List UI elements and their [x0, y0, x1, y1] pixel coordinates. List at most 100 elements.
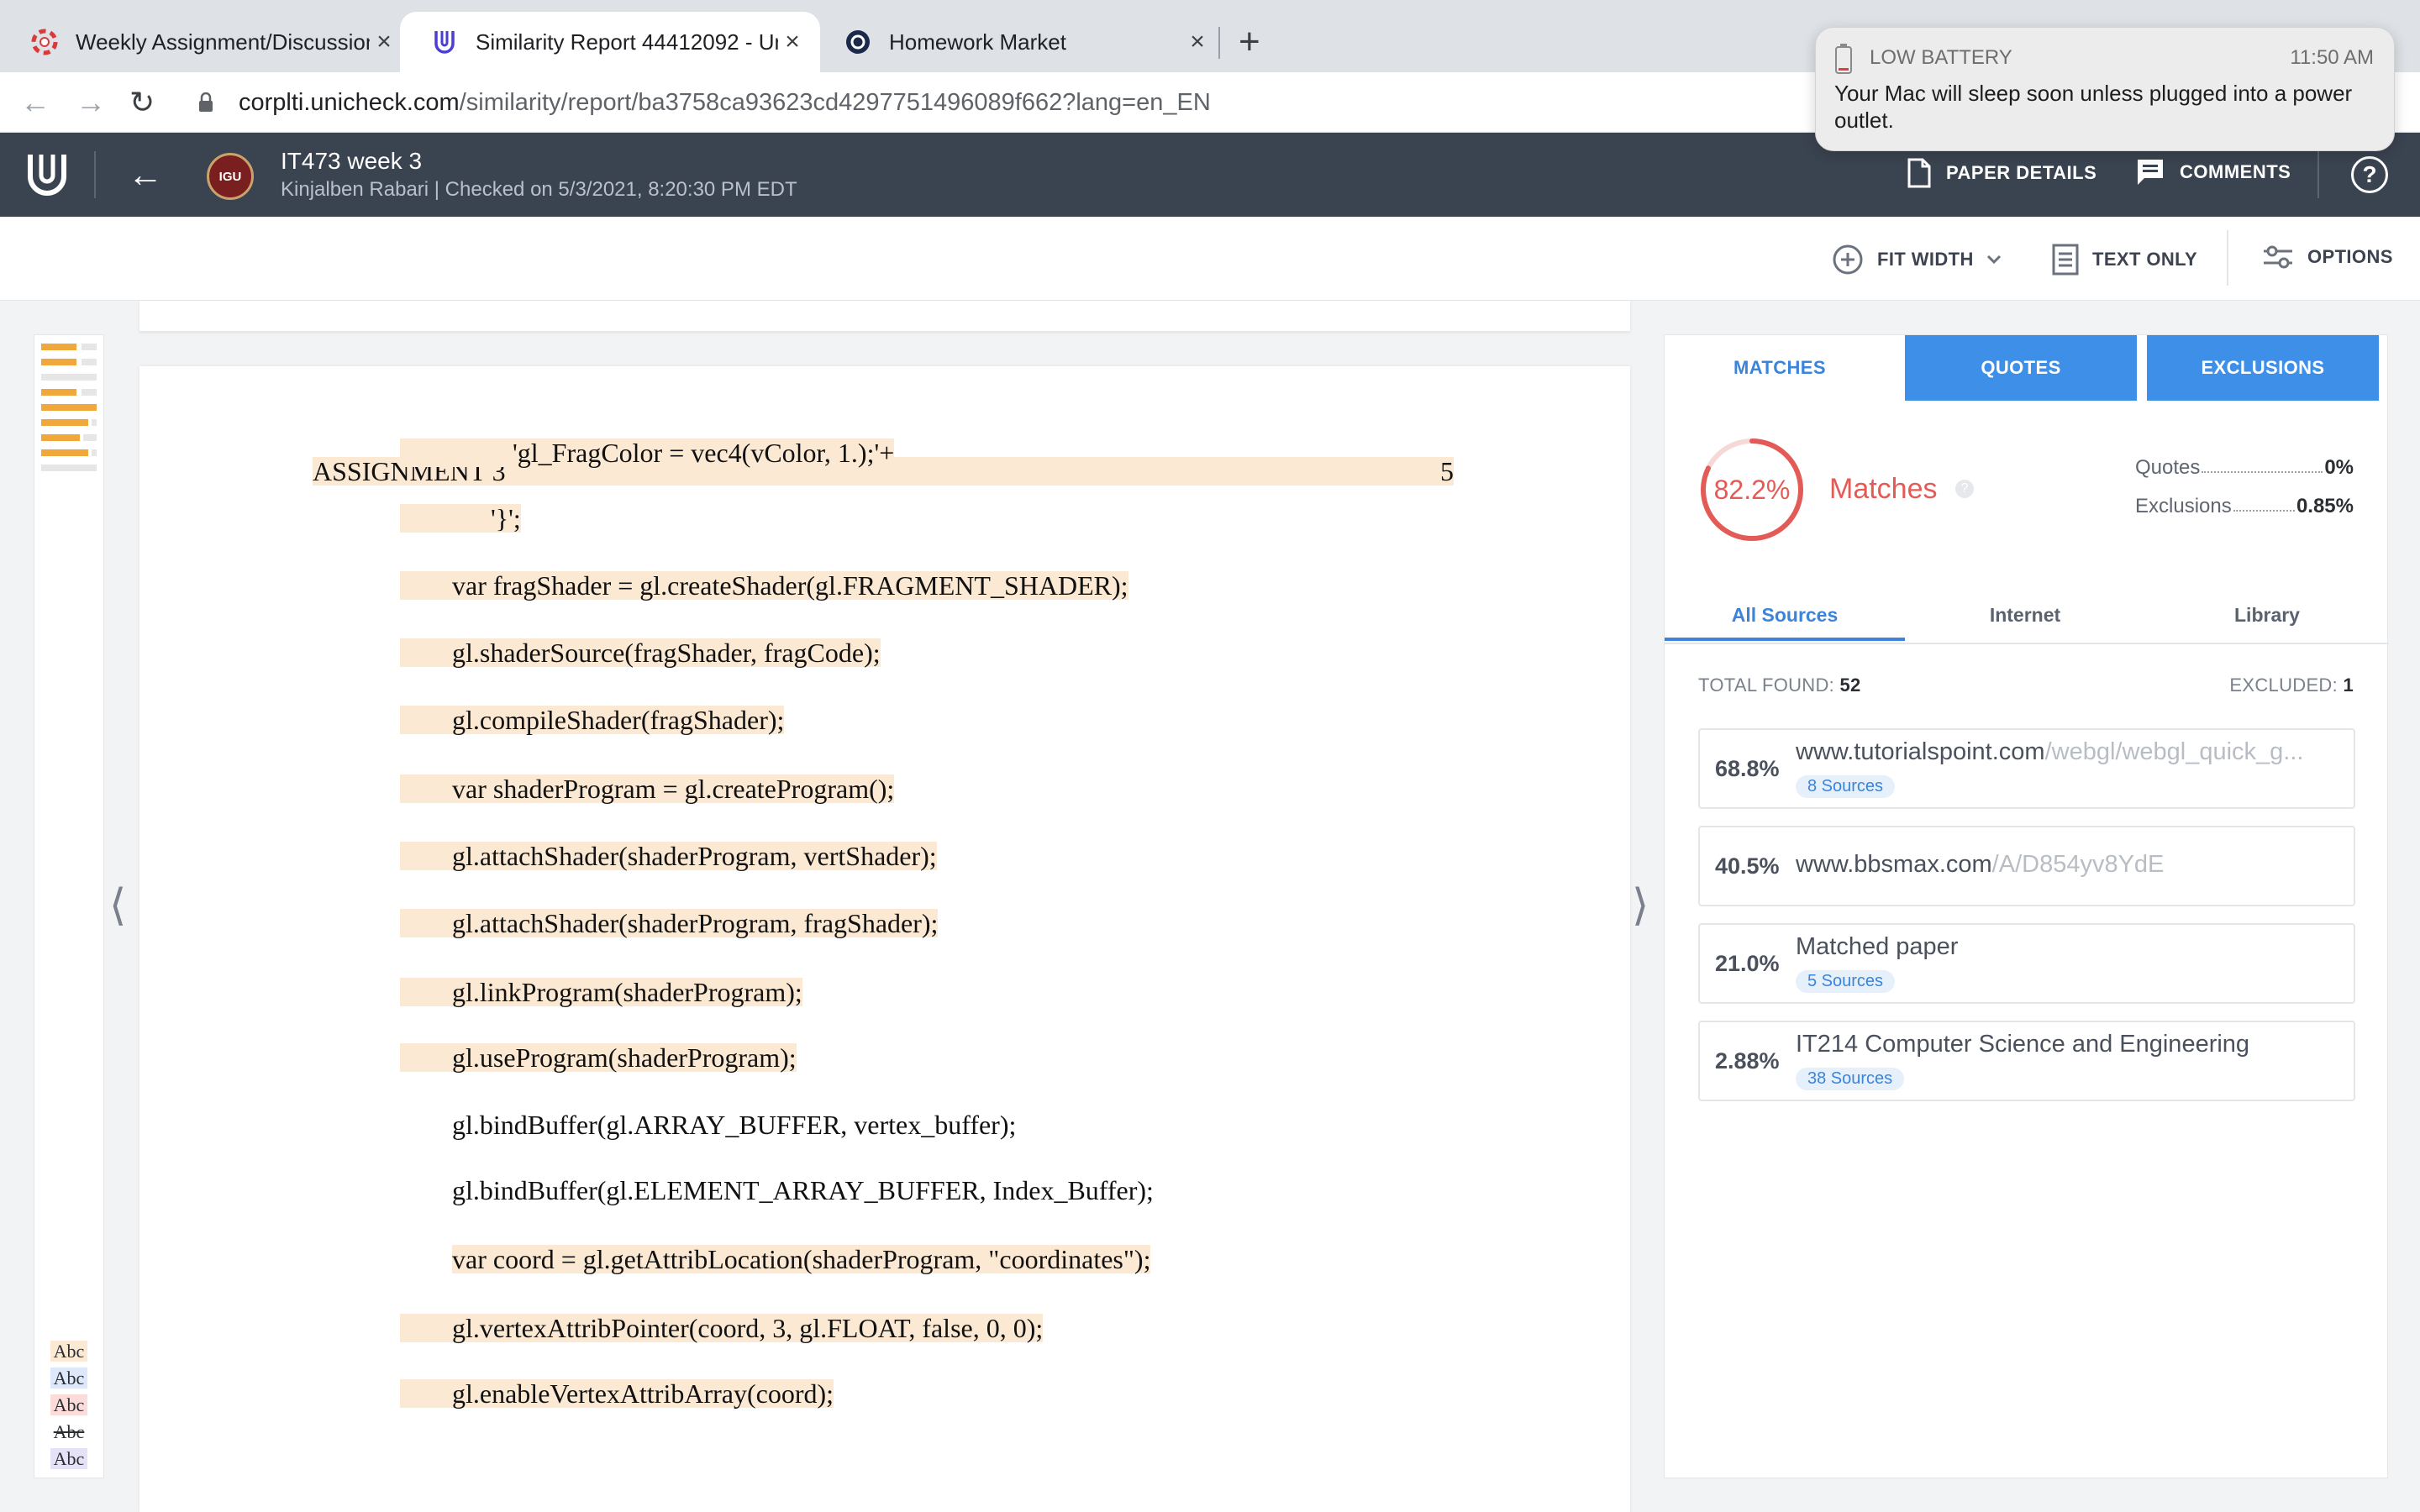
info-icon[interactable]: ? — [1955, 480, 1974, 498]
source-item[interactable]: 21.0% Matched paper 5 Sources — [1698, 923, 2355, 1004]
low-battery-notification[interactable]: LOW BATTERY 11:50 AM Your Mac will sleep… — [1815, 27, 2395, 151]
matches-label: Matches — [1829, 473, 1938, 505]
minimap-line — [41, 404, 97, 411]
url-host: corplti.unicheck.com — [239, 89, 460, 116]
tab-all-sources[interactable]: All Sources — [1665, 589, 1905, 641]
browser-tab-weekly-assignment[interactable]: Weekly Assignment/Discussion × — [0, 12, 412, 72]
similarity-percent: 82.2% — [1713, 475, 1791, 505]
source-item[interactable]: 68.8% www.tutorialspoint.com/webgl/webgl… — [1698, 728, 2355, 809]
previous-match-arrow[interactable]: ⟨ — [109, 880, 126, 931]
code-line: gl.attachShader(shaderProgram, fragShade… — [400, 909, 939, 937]
notification-time: 11:50 AM — [2290, 46, 2374, 69]
similarity-panel: MATCHES QUOTES EXCLUSIONS 82.2% Matches … — [1664, 334, 2389, 1478]
browser-tab-similarity-report[interactable]: Similarity Report 44412092 - Unicheck × — [400, 12, 820, 72]
notification-body: Your Mac will sleep soon unless plugged … — [1834, 81, 2353, 133]
minimap-line — [41, 374, 97, 381]
document-minimap[interactable]: Abc Abc Abc Abc Abc — [34, 334, 104, 1478]
forward-arrow-icon[interactable]: → — [76, 84, 106, 121]
comment-icon — [2138, 160, 2163, 185]
url-field[interactable]: corplti.unicheck.com/similarity/report/b… — [239, 87, 1211, 118]
legend-strikethrough: Abc — [53, 1421, 85, 1442]
back-arrow-icon[interactable]: ← — [20, 84, 50, 121]
tab-title: Homework Market — [889, 29, 1066, 55]
minimap-line — [41, 449, 88, 456]
minimap-line — [82, 344, 97, 350]
reload-icon[interactable]: ↻ — [129, 84, 155, 121]
options-label: OPTIONS — [2307, 246, 2393, 267]
legend-quote: Abc — [34, 1365, 103, 1392]
options-button[interactable]: OPTIONS — [2262, 244, 2393, 270]
comments-label: COMMENTS — [2180, 161, 2291, 182]
previous-page — [139, 301, 1630, 331]
text-only-label: TEXT ONLY — [2092, 249, 2198, 270]
chevron-down-icon — [1986, 255, 2001, 265]
paper-details-button[interactable]: PAPER DETAILS — [1907, 158, 2096, 188]
highlight-legend: Abc Abc Abc Abc Abc — [34, 1338, 103, 1473]
tab-library[interactable]: Library — [2147, 589, 2387, 641]
back-button[interactable]: ← — [128, 156, 163, 193]
quotes-stat: Quotes 0% — [2135, 456, 2354, 480]
tab-quotes[interactable]: QUOTES — [1905, 335, 2137, 401]
minimap-line — [41, 389, 76, 396]
minimap-line — [83, 434, 97, 441]
browser-tab-homework-market[interactable]: Homework Market × — [813, 12, 1225, 72]
notification-title: LOW BATTERY — [1870, 46, 2012, 69]
dotted-leader — [2202, 456, 2323, 473]
source-name: www.bbsmax.com/A/D854yv8YdE — [1796, 851, 2165, 878]
legend-library: Abc — [34, 1446, 103, 1473]
source-count-badge[interactable]: 5 Sources — [1796, 970, 1896, 993]
comments-button[interactable]: COMMENTS — [2136, 158, 2291, 186]
fit-width-label: FIT WIDTH — [1877, 249, 1974, 270]
lock-icon[interactable] — [198, 92, 213, 113]
url-path: /similarity/report/ba3758ca93623cd429775… — [459, 89, 1211, 116]
source-count-badge[interactable]: 38 Sources — [1796, 1068, 1905, 1090]
minimap-line — [82, 359, 97, 365]
code-line: gl.enableVertexAttribArray(coord); — [400, 1379, 834, 1408]
document-title: IT473 week 3 — [281, 148, 423, 174]
unicheck-logo-icon[interactable] — [25, 151, 69, 198]
exclusions-stat: Exclusions 0.85% — [2135, 495, 2354, 518]
header-divider — [2317, 151, 2319, 198]
next-match-arrow[interactable]: ⟩ — [1632, 880, 1649, 931]
code-line: gl.shaderSource(fragShader, fragCode); — [400, 638, 881, 667]
code-line: '}'; — [400, 504, 521, 533]
text-only-button[interactable]: TEXT ONLY — [2052, 244, 2197, 276]
minimap-line — [41, 419, 88, 426]
tab-close-icon[interactable]: × — [778, 28, 807, 56]
source-count-badge[interactable]: 8 Sources — [1796, 775, 1896, 798]
tab-internet[interactable]: Internet — [1905, 589, 2145, 641]
quotes-label: Quotes — [2135, 456, 2201, 479]
excluded-count: EXCLUDED: 1 — [2229, 675, 2354, 696]
new-tab-button[interactable]: + — [1239, 24, 1260, 60]
source-percent: 68.8% — [1715, 756, 1780, 781]
tab-exclusions[interactable]: EXCLUSIONS — [2147, 335, 2379, 401]
code-line: gl.bindBuffer(gl.ELEMENT_ARRAY_BUFFER, I… — [452, 1175, 1154, 1205]
help-icon[interactable]: ? — [2351, 156, 2388, 193]
fit-width-dropdown[interactable]: FIT WIDTH — [1832, 244, 2002, 276]
exclusions-value: 0.85% — [2296, 495, 2354, 517]
view-toolbar: FIT WIDTH TEXT ONLY OPTIONS — [0, 217, 2420, 301]
code-line: gl.useProgram(shaderProgram); — [400, 1043, 797, 1072]
hm-icon — [844, 28, 872, 56]
university-seal-logo: IGU — [207, 153, 254, 200]
source-item[interactable]: 40.5% www.bbsmax.com/A/D854yv8YdE — [1698, 826, 2355, 906]
minimap-line — [82, 389, 97, 396]
minimap-line — [41, 434, 80, 441]
source-name: IT214 Computer Science and Engineering — [1796, 1031, 2250, 1058]
tab-matches[interactable]: MATCHES — [1665, 335, 1895, 401]
tab-title: Weekly Assignment/Discussion — [76, 29, 370, 55]
page-number: 5 — [1440, 456, 1454, 486]
source-name: www.tutorialspoint.com/webgl/webgl_quick… — [1796, 738, 2304, 765]
dotted-leader — [2233, 495, 2295, 512]
tab-title: Similarity Report 44412092 - Unicheck — [476, 29, 778, 55]
document-page: ASSIGNMENT 3 5 'gl_FragColor = vec4(vCol… — [139, 366, 1756, 1512]
source-item[interactable]: 2.88% IT214 Computer Science and Enginee… — [1698, 1021, 2355, 1101]
source-percent: 2.88% — [1715, 1048, 1780, 1074]
zoom-icon — [1833, 244, 1863, 275]
tab-close-icon[interactable]: × — [1183, 28, 1212, 56]
tab-close-icon[interactable]: × — [370, 28, 398, 56]
text-document-icon — [2052, 244, 2079, 276]
quotes-value: 0% — [2324, 456, 2354, 479]
minimap-line — [92, 419, 97, 426]
document-icon — [1907, 158, 1931, 188]
